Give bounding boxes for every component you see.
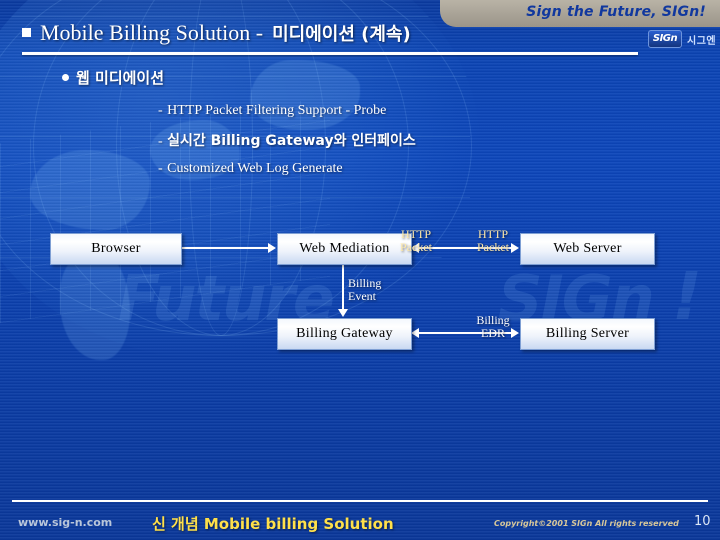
label-billing-edr: Billing EDR: [465, 313, 521, 341]
page-title-kr: 미디에이션 (계속): [272, 24, 411, 45]
label-http-packet-2-line1: HTTP: [478, 227, 508, 241]
label-billing-edr-line2: EDR: [481, 326, 505, 341]
logo-korean-label: 시그엔: [687, 35, 717, 47]
diagram-box-billing-gateway: Billing Gateway: [277, 318, 412, 350]
arrow-browser-to-mediation: [182, 247, 269, 249]
arrowhead-right-icon: [268, 243, 276, 253]
label-billing-event: Billing Event: [348, 276, 404, 304]
logo-badge-icon: SIGn: [648, 30, 682, 48]
label-http-packet-2: HTTP Packet: [465, 227, 521, 255]
label-billing-event-line1: Billing: [348, 276, 382, 290]
arrowhead-left-icon: [411, 328, 419, 338]
continent-shape: [30, 150, 150, 230]
sub-item-1: - HTTP Packet Filtering Support - Probe: [158, 101, 386, 119]
brand-logo: SIGn 시그엔: [648, 30, 716, 48]
tagline-tab: Sign the Future, SIGn!: [440, 0, 720, 27]
label-http-packet-1-line2: Packet: [400, 240, 432, 255]
round-bullet-icon: [62, 74, 69, 81]
logo-wordmark: SIGn: [652, 33, 678, 44]
sub-item-3: - Customized Web Log Generate: [158, 159, 343, 177]
continent-shape: [250, 60, 360, 130]
sub-item-1-label: HTTP Packet Filtering Support - Probe: [167, 103, 387, 118]
label-http-packet-2-line2: Packet: [477, 240, 509, 255]
arrowhead-down-icon: [338, 309, 348, 317]
sub-item-1-dash: -: [158, 103, 163, 118]
bullet-primary-label: 웹 미디에이션: [76, 69, 165, 87]
label-billing-edr-line1: Billing: [476, 313, 510, 327]
title-divider: [22, 52, 638, 55]
footer-page-number: 10: [694, 514, 711, 529]
footer-title: 신 개념 Mobile billing Solution: [152, 515, 394, 533]
diagram-box-browser: Browser: [50, 233, 182, 265]
sub-item-2: - 실시간 Billing Gateway와 인터페이스: [158, 130, 416, 150]
slide-canvas: Future SIGn ! Sign the Future, SIGn! SIG…: [0, 0, 720, 540]
square-bullet-icon: [22, 28, 31, 37]
label-http-packet-1: HTTP Packet: [388, 227, 444, 255]
footer-copyright: Copyright©2001 SIGn All rights reserved: [494, 519, 679, 528]
sub-item-3-dash: -: [158, 161, 163, 176]
sub-item-2-label: 실시간 Billing Gateway와 인터페이스: [167, 133, 416, 149]
bullet-item-primary: 웹 미디에이션: [62, 67, 164, 88]
footer-divider: [12, 500, 708, 502]
diagram-box-billing-server: Billing Server: [520, 318, 655, 350]
watermark-exclamation: !: [672, 258, 703, 335]
label-http-packet-1-line1: HTTP: [401, 227, 431, 241]
sub-item-2-dash: -: [158, 134, 163, 149]
arrow-mediation-to-gateway: [342, 264, 344, 310]
diagram-box-web-server: Web Server: [520, 233, 655, 265]
page-title-en: Mobile Billing Solution -: [40, 20, 264, 45]
page-title: Mobile Billing Solution - 미디에이션 (계속): [22, 20, 411, 46]
footer-url[interactable]: www.sig-n.com: [18, 516, 112, 529]
sub-item-3-label: Customized Web Log Generate: [167, 161, 343, 176]
tagline-text: Sign the Future, SIGn!: [526, 4, 706, 20]
label-billing-event-line2: Event: [348, 289, 376, 304]
